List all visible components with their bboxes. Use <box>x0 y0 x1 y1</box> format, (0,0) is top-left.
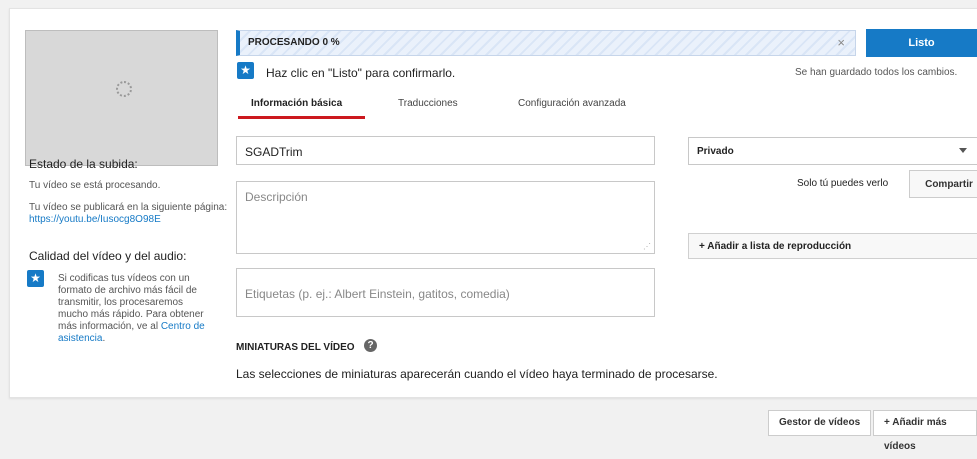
done-button[interactable]: Listo <box>866 29 977 57</box>
tags-placeholder: Etiquetas (p. ej.: Albert Einstein, gati… <box>245 287 510 301</box>
star-icon: ★ <box>237 62 254 79</box>
quality-title: Calidad del vídeo y del audio: <box>29 249 187 263</box>
thumbnails-title: MINIATURAS DEL VÍDEO <box>236 342 355 353</box>
quality-suffix: . <box>102 333 106 344</box>
tab-translations[interactable]: Traducciones <box>398 98 458 109</box>
thumbnails-message: Las selecciones de miniaturas aparecerán… <box>236 367 718 381</box>
confirm-message: Haz clic en "Listo" para confirmarlo. <box>266 66 456 80</box>
upload-status-title: Estado de la subida: <box>29 157 138 171</box>
tags-input[interactable]: Etiquetas (p. ej.: Albert Einstein, gati… <box>236 268 655 317</box>
save-status: Se han guardado todos los cambios. <box>795 67 958 78</box>
add-more-videos-button[interactable]: + Añadir más vídeos <box>873 410 977 452</box>
loading-spinner-icon <box>116 81 132 97</box>
chevron-down-icon <box>959 148 967 153</box>
publish-info: Tu vídeo se publicará en la siguiente pá… <box>29 202 229 226</box>
help-icon[interactable]: ? <box>364 339 377 352</box>
privacy-selected-value: Privado <box>697 146 734 157</box>
title-value: SGADTrim <box>245 145 303 159</box>
publish-prefix: Tu vídeo se publicará en la siguiente pá… <box>29 202 228 213</box>
add-to-playlist-button[interactable]: + Añadir a lista de reproducción <box>688 233 977 259</box>
description-placeholder: Descripción <box>245 190 308 204</box>
star-icon: ★ <box>27 270 44 287</box>
privacy-note: Solo tú puedes verlo <box>797 178 889 189</box>
tab-basic-info[interactable]: Información básica <box>251 98 342 109</box>
close-icon[interactable]: × <box>837 35 845 50</box>
share-button[interactable]: Compartir <box>909 170 977 198</box>
active-tab-indicator <box>238 116 365 119</box>
upload-status-text: Tu vídeo se está procesando. <box>29 180 161 191</box>
video-manager-button[interactable]: Gestor de vídeos <box>768 410 872 436</box>
description-textarea[interactable]: Descripción ⋰ <box>236 181 655 254</box>
processing-progress-bar: PROCESANDO 0 % × <box>236 30 856 56</box>
resize-handle-icon[interactable]: ⋰ <box>643 242 651 251</box>
quality-info: Si codificas tus vídeos con un formato d… <box>58 273 208 345</box>
publish-link[interactable]: https://youtu.be/Iusocg8O98E <box>29 214 161 225</box>
video-thumbnail <box>25 30 218 166</box>
title-input[interactable]: SGADTrim <box>236 136 655 165</box>
progress-label: PROCESANDO 0 % <box>248 37 340 48</box>
tab-advanced-settings[interactable]: Configuración avanzada <box>518 98 626 109</box>
privacy-select[interactable]: Privado <box>688 137 977 165</box>
